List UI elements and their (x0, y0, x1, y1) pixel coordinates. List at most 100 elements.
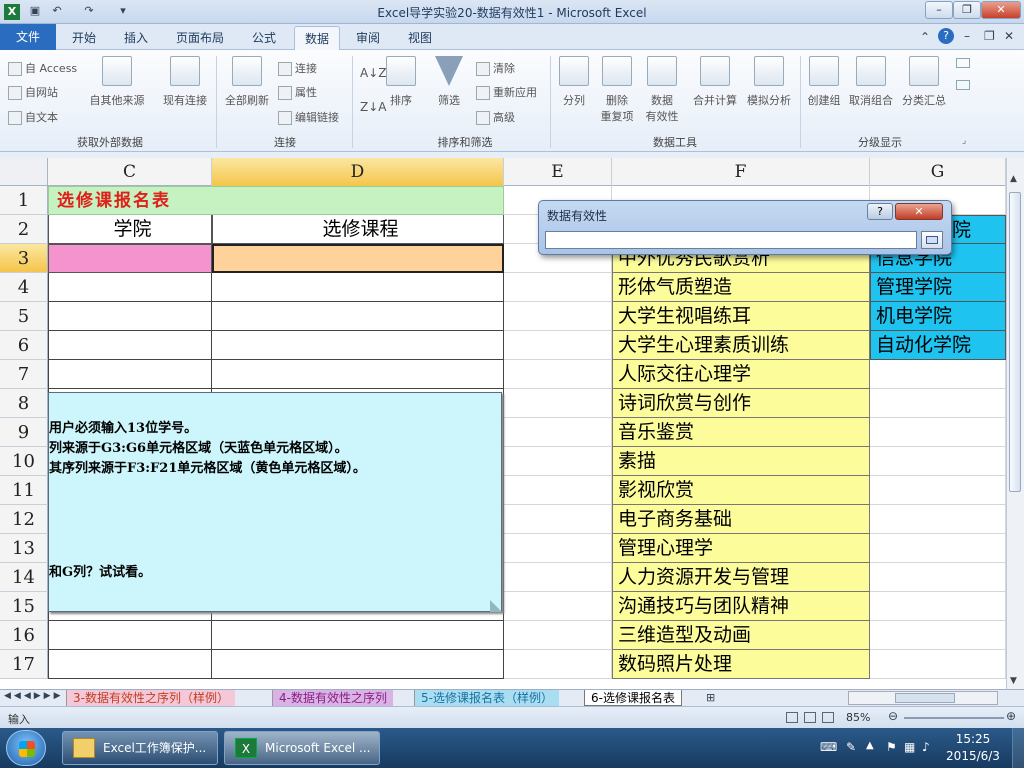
sheet-tab-5[interactable]: 5-选修课报名表（样例） (414, 690, 559, 706)
row-header-15[interactable]: 15 (0, 592, 48, 621)
clear-filter-button[interactable]: 清除 (476, 60, 515, 76)
subtotal-button[interactable]: 分类汇总 (898, 56, 950, 108)
row-header-8[interactable]: 8 (0, 389, 48, 418)
reapply-button[interactable]: 重新应用 (476, 84, 537, 100)
taskbar-item-folder[interactable]: Excel工作簿保护... (62, 731, 218, 765)
cell[interactable] (870, 389, 1006, 418)
clock-date[interactable]: 2015/6/3 (940, 749, 1006, 763)
cell[interactable] (870, 621, 1006, 650)
cell[interactable] (504, 505, 612, 534)
row-header-17[interactable]: 17 (0, 650, 48, 679)
range-input[interactable] (545, 231, 917, 249)
college-cell[interactable] (48, 621, 212, 650)
sheet-title-cell[interactable]: 选修课报名表 (48, 186, 504, 215)
what-if-button[interactable]: 模拟分析 (744, 56, 794, 108)
doc-minimize-icon[interactable]: – (964, 29, 970, 43)
from-other-sources-button[interactable]: 自其他来源 (86, 56, 148, 108)
show-detail-icon[interactable] (956, 58, 970, 68)
tab-insert[interactable]: 插入 (114, 26, 158, 50)
course-list-item[interactable]: 数码照片处理 (612, 650, 870, 679)
row-header-6[interactable]: 6 (0, 331, 48, 360)
close-window-button[interactable]: ✕ (981, 1, 1021, 19)
zoom-out-icon[interactable]: ⊖ (888, 709, 898, 723)
cell[interactable] (504, 592, 612, 621)
course-input-cell-selected[interactable] (212, 244, 504, 273)
start-button[interactable] (6, 730, 46, 766)
select-all-corner[interactable] (0, 158, 48, 186)
sort-desc-icon[interactable]: Z↓A (360, 100, 386, 114)
col-header-e[interactable]: E (504, 158, 612, 186)
course-cell[interactable] (212, 360, 504, 389)
hide-detail-icon[interactable] (956, 80, 970, 90)
col-header-c[interactable]: C (48, 158, 212, 186)
input-method-icon[interactable]: ✎ (846, 740, 856, 754)
row-header-10[interactable]: 10 (0, 447, 48, 476)
col-header-d[interactable]: D (212, 158, 504, 186)
volume-icon[interactable]: ♪ (922, 740, 930, 754)
existing-connections-button[interactable]: 现有连接 (158, 56, 212, 108)
row-header-5[interactable]: 5 (0, 302, 48, 331)
help-icon[interactable]: ? (938, 28, 954, 44)
row-header-14[interactable]: 14 (0, 563, 48, 592)
cell[interactable] (504, 476, 612, 505)
cell[interactable] (870, 476, 1006, 505)
cell[interactable] (504, 360, 612, 389)
zoom-level[interactable]: 85% (846, 711, 870, 724)
cell[interactable] (870, 650, 1006, 679)
row-header-11[interactable]: 11 (0, 476, 48, 505)
college-cell[interactable] (48, 331, 212, 360)
remove-duplicates-button[interactable]: 删除 重复项 (596, 56, 638, 124)
course-list-item[interactable]: 人力资源开发与管理 (612, 563, 870, 592)
sheet-tab-4[interactable]: 4-数据有效性之序列 (272, 690, 393, 706)
minimize-button[interactable]: – (925, 1, 953, 19)
data-validation-button[interactable]: 数据 有效性 (640, 56, 684, 124)
course-cell[interactable] (212, 650, 504, 679)
cell[interactable] (504, 621, 612, 650)
header-college[interactable]: 学院 (48, 215, 212, 244)
college-cell[interactable] (48, 302, 212, 331)
course-list-item[interactable]: 大学生心理素质训练 (612, 331, 870, 360)
college-cell[interactable] (48, 650, 212, 679)
show-desktop-button[interactable] (1012, 728, 1024, 768)
page-break-view-icon[interactable] (822, 712, 834, 723)
course-cell[interactable] (212, 302, 504, 331)
normal-view-icon[interactable] (786, 712, 798, 723)
ungroup-button[interactable]: 取消组合 (846, 56, 896, 108)
cell[interactable] (870, 563, 1006, 592)
tab-home[interactable]: 开始 (62, 26, 106, 50)
filter-button[interactable]: 筛选 (432, 56, 466, 108)
header-course[interactable]: 选修课程 (212, 215, 504, 244)
row-header-9[interactable]: 9 (0, 418, 48, 447)
row-header-7[interactable]: 7 (0, 360, 48, 389)
page-layout-view-icon[interactable] (804, 712, 816, 723)
course-list-item[interactable]: 影视欣赏 (612, 476, 870, 505)
flag-icon[interactable]: ⚑ (886, 740, 897, 754)
course-list-item[interactable]: 管理心理学 (612, 534, 870, 563)
doc-close-icon[interactable]: ✕ (1004, 29, 1014, 43)
zoom-slider[interactable] (904, 717, 1004, 719)
tab-file[interactable]: 文件 (0, 24, 56, 50)
course-list-item[interactable]: 素描 (612, 447, 870, 476)
scroll-down-icon[interactable]: ▼ (1010, 676, 1017, 686)
zoom-in-icon[interactable]: ⊕ (1006, 709, 1016, 723)
taskbar-item-excel[interactable]: X Microsoft Excel ... (224, 731, 380, 765)
refresh-all-button[interactable]: 全部刷新 (220, 56, 274, 108)
course-list-item[interactable]: 诗词欣赏与创作 (612, 389, 870, 418)
sort-button[interactable]: 排序 (384, 56, 418, 108)
cell[interactable] (504, 563, 612, 592)
doc-restore-icon[interactable]: ❐ (984, 29, 995, 43)
tab-view[interactable]: 视图 (398, 26, 442, 50)
sheet-nav-icons[interactable]: ◀◀◀▶▶▶ (4, 691, 64, 701)
scroll-thumb[interactable] (1009, 192, 1021, 492)
cell[interactable] (504, 331, 612, 360)
cell[interactable] (504, 418, 612, 447)
course-cell[interactable] (212, 621, 504, 650)
tab-review[interactable]: 审阅 (346, 26, 390, 50)
college-cell[interactable] (48, 360, 212, 389)
tab-page-layout[interactable]: 页面布局 (166, 26, 234, 50)
row-header-1[interactable]: 1 (0, 186, 48, 215)
cell[interactable] (870, 447, 1006, 476)
cell[interactable] (870, 360, 1006, 389)
group-button[interactable]: 创建组 (804, 56, 844, 108)
sort-asc-icon[interactable]: A↓Z (360, 66, 386, 80)
